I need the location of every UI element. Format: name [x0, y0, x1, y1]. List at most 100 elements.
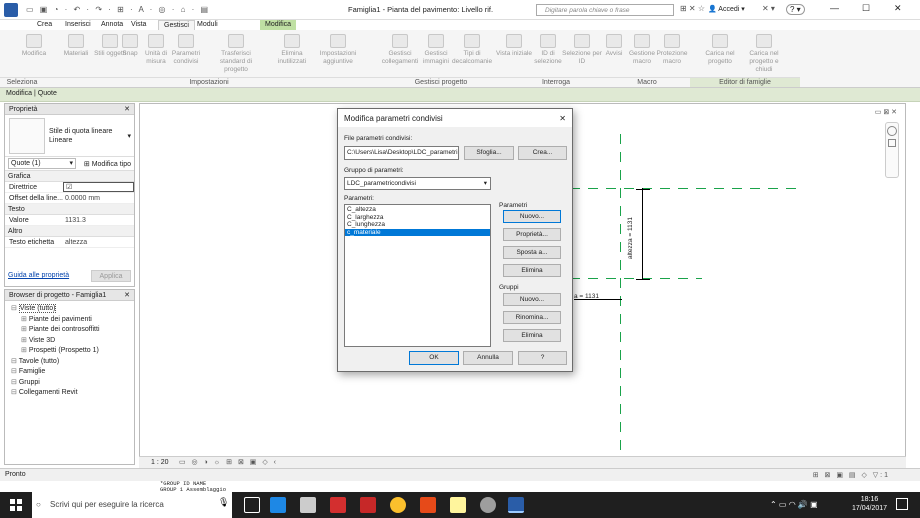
- browser-item[interactable]: ⊟ Viste (tutto): [7, 304, 132, 315]
- parameter-item[interactable]: C_lunghezza: [345, 221, 490, 229]
- mail-icon[interactable]: [330, 497, 346, 513]
- notes-icon[interactable]: [450, 497, 466, 513]
- browser-item[interactable]: ⊟ Tavole (tutto): [7, 357, 132, 368]
- property-value[interactable]: altezza: [63, 239, 134, 246]
- dimension-label-horizontal[interactable]: a = 1131: [574, 293, 599, 300]
- ok-button[interactable]: OK: [409, 351, 459, 365]
- property-category[interactable]: Grafica: [5, 171, 134, 182]
- group-button-2[interactable]: Elimina: [503, 329, 561, 342]
- expand-icon[interactable]: ⊞: [21, 326, 29, 333]
- ribbon-button-10[interactable]: Gestisci immagini: [416, 34, 456, 66]
- property-row[interactable]: Testo etichetta altezza: [5, 237, 134, 248]
- chrome-icon[interactable]: [390, 497, 406, 513]
- property-category[interactable]: Altro: [5, 226, 134, 237]
- browser-item[interactable]: ⊞ Piante dei controsoffitti: [7, 325, 132, 336]
- edit-type-button[interactable]: ⊞ Modifica tipo: [84, 160, 131, 168]
- browse-button[interactable]: Sfoglia...: [464, 146, 514, 160]
- param-button-2[interactable]: Sposta a...: [503, 246, 561, 259]
- expand-icon[interactable]: ⊞: [21, 347, 29, 354]
- ribbon-button-17[interactable]: Protezione macro: [652, 34, 692, 66]
- property-value[interactable]: ☑: [63, 182, 134, 192]
- expand-icon[interactable]: ⊞: [21, 316, 29, 323]
- apply-button[interactable]: Applica: [91, 270, 131, 282]
- exchange-icon[interactable]: ✕ ▾: [762, 4, 775, 13]
- taskbar-search[interactable]: ○ Scrivi qui per eseguire la ricerca: [32, 492, 232, 518]
- tab-vista[interactable]: Vista: [126, 20, 151, 30]
- property-value[interactable]: 0.0000 mm: [63, 195, 134, 202]
- instance-filter-select[interactable]: Quote (1) ▾: [8, 158, 76, 169]
- ribbon-button-0[interactable]: Modifica: [14, 34, 54, 58]
- system-tray-icons[interactable]: ⌃ ▭ ◠ 🔊 ▣: [770, 500, 818, 509]
- param-button-0[interactable]: Nuovo...: [503, 210, 561, 223]
- type-selector[interactable]: Stile di quota lineare Lineare ▾: [5, 115, 134, 157]
- parameter-item[interactable]: C_altezza: [345, 206, 490, 214]
- dimension-line-vertical[interactable]: [642, 188, 643, 280]
- tab-crea[interactable]: Crea: [32, 20, 57, 30]
- browser-item[interactable]: ⊟ Gruppi: [7, 378, 132, 389]
- help-button[interactable]: ? ▾: [786, 4, 805, 15]
- tab-inserisci[interactable]: Inserisci: [60, 20, 96, 30]
- browser-item[interactable]: ⊞ Viste 3D: [7, 336, 132, 347]
- expand-icon[interactable]: ⊟: [11, 358, 19, 365]
- close-icon[interactable]: ✕: [124, 105, 130, 113]
- ribbon-button-7[interactable]: Elimina inutilizzati: [272, 34, 312, 66]
- group-select[interactable]: LDC_parametricondivisi ▾: [344, 177, 491, 190]
- revit-logo-icon[interactable]: [4, 3, 18, 17]
- param-button-3[interactable]: Elimina: [503, 264, 561, 277]
- revit-taskbar-icon[interactable]: [508, 497, 524, 513]
- group-button-0[interactable]: Nuovo...: [503, 293, 561, 306]
- windows-start-icon[interactable]: [10, 499, 22, 511]
- edge-icon[interactable]: [270, 497, 286, 513]
- parameter-item[interactable]: C_larghezza: [345, 214, 490, 222]
- browser-item[interactable]: ⊟ Collegamenti Revit: [7, 388, 132, 399]
- infocenter-icons[interactable]: ⊞ ✕ ☆: [680, 4, 705, 13]
- selection-filter-icons[interactable]: ⊞ ⊠ ▣ ▤ ◇ ▽:1: [813, 471, 890, 479]
- expand-icon[interactable]: ⊟: [11, 379, 19, 386]
- browser-item[interactable]: ⊟ Famiglie: [7, 367, 132, 378]
- dimension-label-vertical[interactable]: altezza = 1131: [627, 217, 634, 259]
- parameters-list[interactable]: C_altezza C_larghezza C_lunghezza c_materia…: [344, 204, 491, 347]
- property-row[interactable]: Offset della line... 0.0000 mm: [5, 193, 134, 204]
- steering-wheel-icon[interactable]: [887, 126, 897, 136]
- expand-icon[interactable]: ⊟: [11, 305, 19, 312]
- view-scale[interactable]: 1 : 20: [151, 459, 169, 466]
- property-value[interactable]: 1131.3: [63, 217, 134, 224]
- properties-help-link[interactable]: Guida alle proprietà: [8, 270, 69, 282]
- maximize-button[interactable]: ☐: [862, 3, 870, 14]
- expand-icon[interactable]: ⊟: [11, 368, 19, 375]
- task-view-icon[interactable]: [244, 497, 260, 513]
- close-icon[interactable]: ✕: [124, 291, 130, 299]
- acrobat-icon[interactable]: [360, 497, 376, 513]
- signin-button[interactable]: 👤 Accedi ▾: [708, 5, 745, 13]
- ribbon-button-5[interactable]: Parametri condivisi: [166, 34, 206, 66]
- window-controls-icon[interactable]: ▭ ⊠ ✕: [875, 108, 897, 116]
- close-icon[interactable]: ✕: [559, 114, 566, 123]
- office-icon[interactable]: [420, 497, 436, 513]
- browser-item[interactable]: ⊞ Prospetti (Prospetto 1): [7, 346, 132, 357]
- param-button-1[interactable]: Proprietà...: [503, 228, 561, 241]
- microphone-icon[interactable]: 🎙: [218, 497, 234, 513]
- ribbon-button-19[interactable]: Carica nel progetto e chiudi: [744, 34, 784, 74]
- ribbon-button-18[interactable]: Carica nel progetto: [700, 34, 740, 66]
- property-category[interactable]: Testo: [5, 204, 134, 215]
- search-input[interactable]: Digitare parola chiave o frase: [536, 4, 674, 16]
- group-button-1[interactable]: Rinomina...: [503, 311, 561, 324]
- minimize-button[interactable]: —: [830, 3, 839, 13]
- view-control-icons[interactable]: ▭ ◎ ◑ ☼ ⊞ ⊠ ▣ ◇ ‹: [179, 458, 278, 466]
- expand-icon[interactable]: ⊟: [11, 389, 19, 396]
- close-button[interactable]: ✕: [894, 3, 902, 14]
- property-row[interactable]: Valore 1131.3: [5, 215, 134, 226]
- quick-access-toolbar[interactable]: ▭ ▣ ◔ · ↶ · ↷ · ⊞ · A · ◎ · ⌂ · ▤: [26, 5, 210, 14]
- notifications-icon[interactable]: [896, 498, 908, 510]
- navigation-bar[interactable]: [885, 122, 899, 178]
- property-row[interactable]: Direttrice ☑: [5, 182, 134, 193]
- cancel-button[interactable]: Annulla: [463, 351, 513, 365]
- dialog-help-button[interactable]: ?: [518, 351, 567, 365]
- store-icon[interactable]: [300, 497, 316, 513]
- ribbon-button-6[interactable]: Trasferisci standard di progetto: [216, 34, 256, 74]
- clock[interactable]: 18:16 17/04/2017: [852, 495, 887, 513]
- zoom-icon[interactable]: [888, 139, 896, 147]
- browser-item[interactable]: ⊞ Piante dei pavimenti: [7, 315, 132, 326]
- parameter-item[interactable]: c_materiale: [345, 228, 490, 236]
- app-icon[interactable]: [480, 497, 496, 513]
